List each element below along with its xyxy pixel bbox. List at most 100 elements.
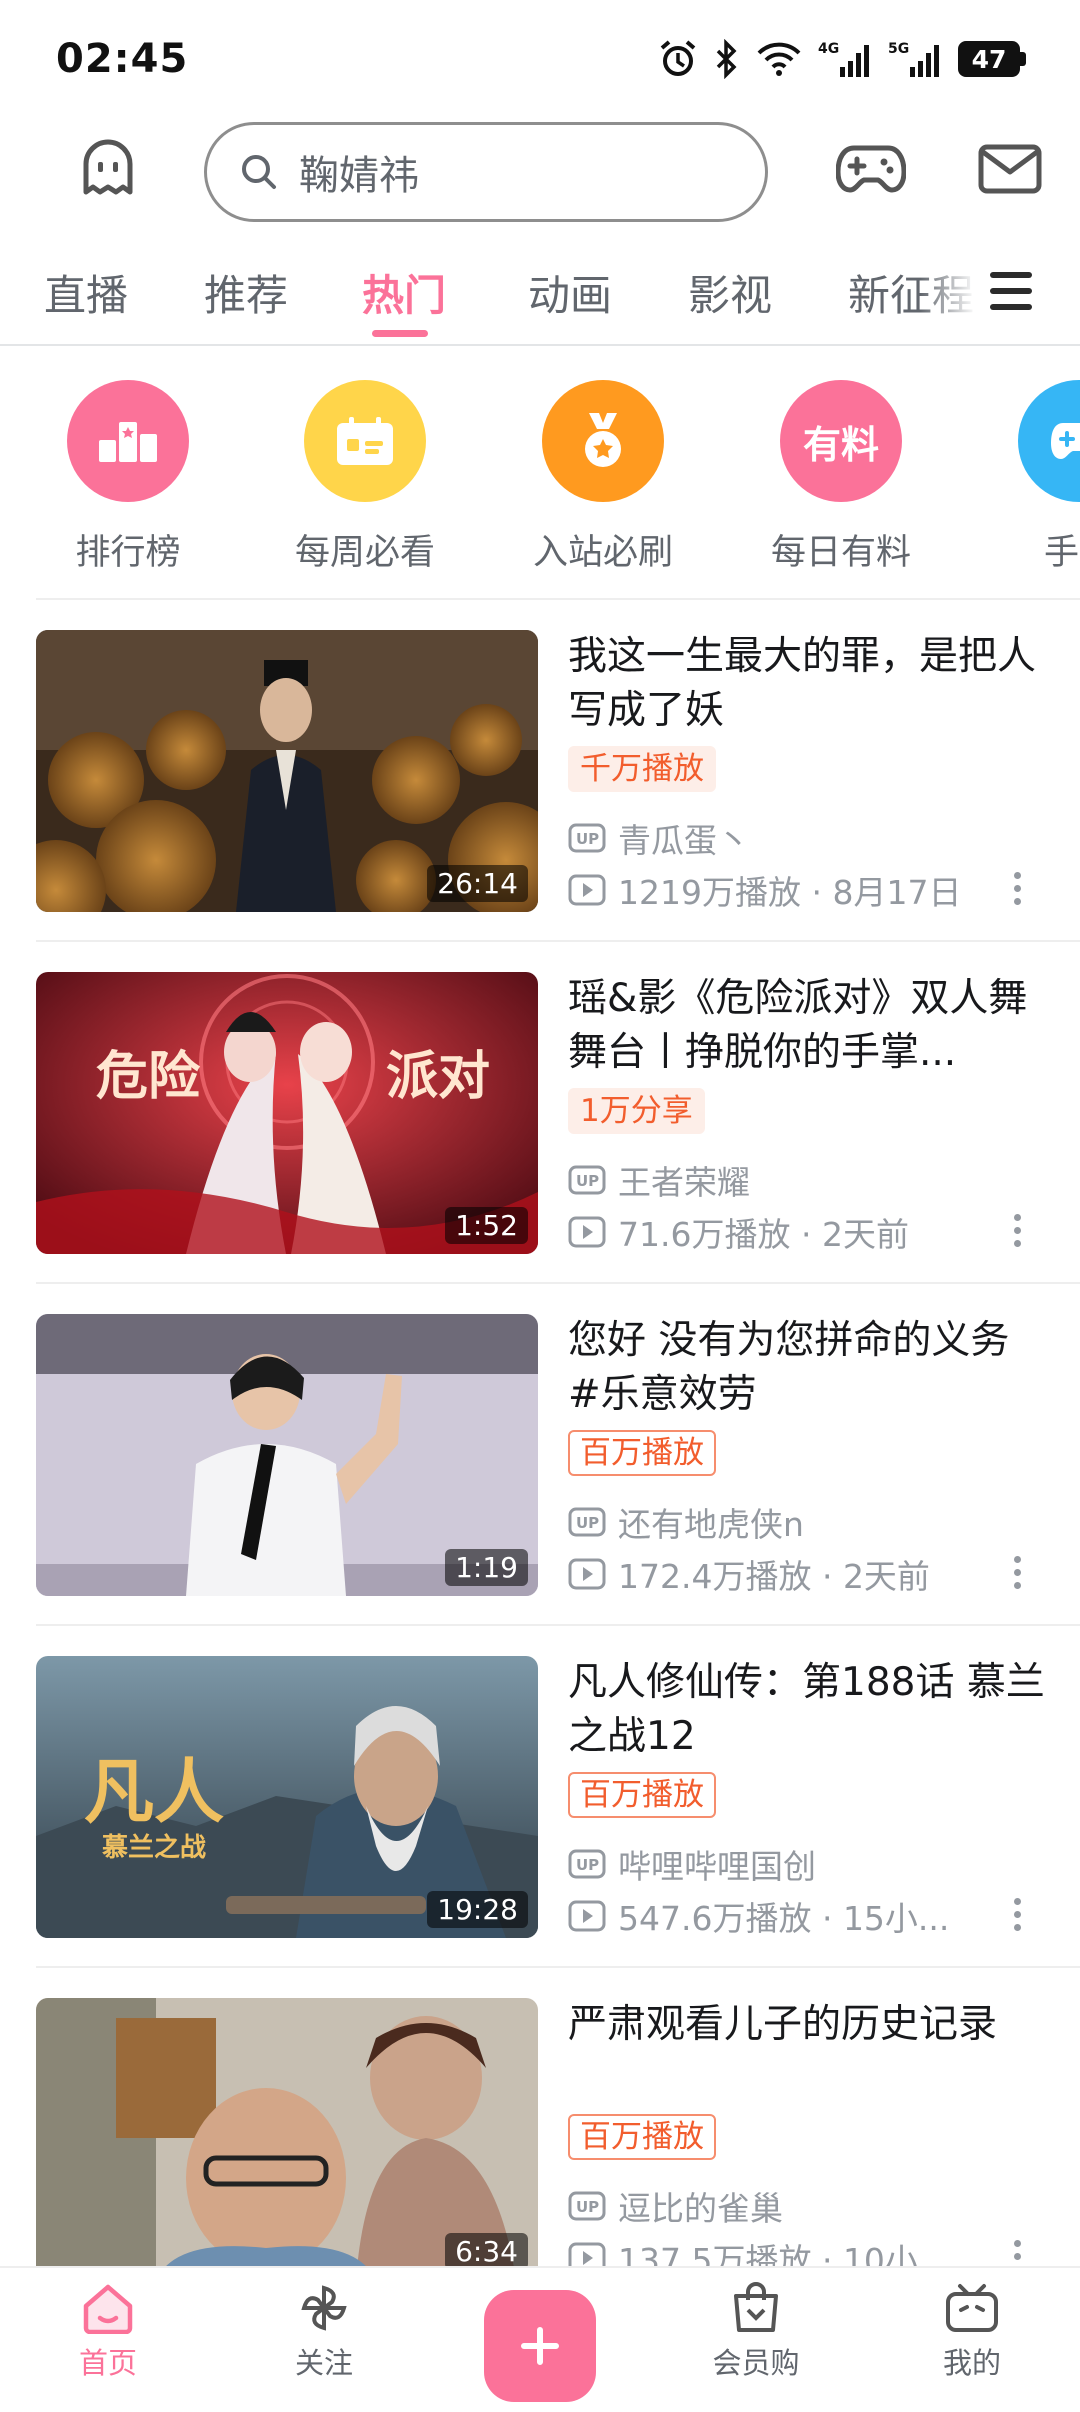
more-options-icon[interactable] xyxy=(1014,1556,1022,1589)
video-badge: 百万播放 xyxy=(568,2114,716,2160)
publish-button[interactable] xyxy=(484,2290,596,2402)
podium-icon xyxy=(67,380,189,502)
play-count-icon xyxy=(568,1900,606,1932)
video-thumbnail[interactable]: 26:14 xyxy=(36,630,538,912)
search-icon xyxy=(242,155,276,189)
status-bar: 02:45 4G 5G 47 xyxy=(0,0,1080,118)
status-icons: 4G 5G 47 xyxy=(658,39,1026,79)
up-icon: UP xyxy=(568,1507,606,1537)
active-tab-indicator xyxy=(372,330,428,337)
medal-icon xyxy=(542,380,664,502)
play-count-icon xyxy=(568,874,606,906)
tab-menu-icon[interactable] xyxy=(990,272,1032,310)
video-duration: 1:19 xyxy=(445,1549,528,1586)
signal-4g-icon: 4G xyxy=(818,41,869,77)
svg-text:5G: 5G xyxy=(888,41,909,57)
alarm-icon xyxy=(660,40,696,76)
bottom-navigation: 首页 关注 会员购 我的 xyxy=(0,2266,1080,2412)
calendar-icon xyxy=(304,380,426,502)
video-stats: 1219万播放 · 8月17日 xyxy=(568,866,961,914)
svg-text:UP: UP xyxy=(576,1172,599,1190)
video-thumbnail[interactable]: 6:34 xyxy=(36,1998,538,2280)
video-badge: 百万播放 xyxy=(568,1430,716,1476)
video-title[interactable]: 您好 没有为您拼命的义务 #乐意效劳 xyxy=(568,1314,1048,1422)
nav-home[interactable]: 首页 xyxy=(38,2282,178,2382)
search-input[interactable]: 鞠婧祎 xyxy=(204,122,768,222)
battery-indicator: 47 xyxy=(958,41,1026,77)
thumbnail-text-right: 慕兰之战 xyxy=(102,1832,206,1863)
thumbnail-text-left: 凡人 xyxy=(84,1750,224,1833)
shopping-bag-icon xyxy=(734,2282,778,2332)
video-author[interactable]: UP 王者荣耀 xyxy=(568,1156,750,1204)
play-count-icon xyxy=(568,1216,606,1248)
tv-icon xyxy=(946,2284,998,2332)
video-author[interactable]: UP 哔哩哔哩国创 xyxy=(568,1840,816,1888)
tab-recommend[interactable]: 推荐 xyxy=(204,262,288,323)
more-options-icon[interactable] xyxy=(1014,1898,1022,1931)
video-card[interactable]: 凡人 慕兰之战 19:28 凡人修仙传：第188话 慕兰之战12 百万播放 UP… xyxy=(0,1626,1080,1968)
video-author[interactable]: UP 还有地虎侠n xyxy=(568,1498,804,1546)
svg-text:UP: UP xyxy=(576,1514,599,1532)
nav-follow[interactable]: 关注 xyxy=(254,2282,394,2382)
video-stats: 547.6万播放 · 15小... xyxy=(568,1892,949,1940)
gamepad-icon[interactable] xyxy=(836,142,906,194)
tab-film[interactable]: 影视 xyxy=(688,262,772,323)
video-author[interactable]: UP 青瓜蛋丶 xyxy=(568,814,750,862)
tab-hot[interactable]: 热门 xyxy=(362,262,446,323)
youliao-icon: 有料 xyxy=(780,380,902,502)
bluetooth-icon xyxy=(716,39,737,79)
quick-entry-weekly[interactable]: 每周必看 xyxy=(265,380,465,575)
wifi-icon xyxy=(757,42,801,76)
nav-vip-shop[interactable]: 会员购 xyxy=(686,2282,826,2382)
quick-entry-mobile-games[interactable]: 手游 xyxy=(979,380,1080,575)
video-title[interactable]: 瑶&影《危险派对》双人舞舞台丨挣脱你的手掌... xyxy=(568,972,1048,1080)
video-thumbnail[interactable]: 危险 派对 1:52 xyxy=(36,972,538,1254)
ghost-icon[interactable] xyxy=(76,136,140,200)
svg-text:UP: UP xyxy=(576,1856,599,1874)
thumbnail-text-right: 派对 xyxy=(386,1046,490,1107)
video-author[interactable]: UP 逗比的雀巢 xyxy=(568,2182,783,2230)
video-duration: 19:28 xyxy=(427,1891,528,1928)
plus-icon xyxy=(521,2327,559,2365)
video-card[interactable]: 6:34 严肃观看儿子的历史记录 百万播放 UP 逗比的雀巢 137.5万播放 … xyxy=(0,1968,1080,2310)
search-placeholder: 鞠婧祎 xyxy=(299,153,419,199)
more-options-icon[interactable] xyxy=(1014,1214,1022,1247)
video-badge: 1万分享 xyxy=(568,1088,705,1134)
video-card[interactable]: 1:19 您好 没有为您拼命的义务 #乐意效劳 百万播放 UP 还有地虎侠n 1… xyxy=(0,1284,1080,1626)
gamepad-icon xyxy=(1018,380,1080,502)
svg-text:UP: UP xyxy=(576,2198,599,2216)
svg-text:UP: UP xyxy=(576,830,599,848)
mail-icon[interactable] xyxy=(978,144,1042,194)
quick-entries: 排行榜 每周必看 入站必刷 有料 每日有料 手游 xyxy=(0,380,1080,580)
video-thumbnail[interactable]: 1:19 xyxy=(36,1314,538,1596)
video-card[interactable]: 危险 派对 1:52 瑶&影《危险派对》双人舞舞台丨挣脱你的手掌... 1万分享… xyxy=(0,942,1080,1284)
signal-5g-icon: 5G xyxy=(888,41,939,77)
battery-level: 47 xyxy=(958,41,1020,77)
video-stats: 71.6万播放 · 2天前 xyxy=(568,1208,909,1256)
up-icon: UP xyxy=(568,1849,606,1879)
up-icon: UP xyxy=(568,2191,606,2221)
video-duration: 26:14 xyxy=(427,865,528,902)
up-icon: UP xyxy=(568,823,606,853)
nav-mine[interactable]: 我的 xyxy=(902,2282,1042,2382)
video-card[interactable]: 26:14 我这一生最大的罪，是把人写成了妖 千万播放 UP 青瓜蛋丶 1219… xyxy=(0,600,1080,942)
quick-entry-daily[interactable]: 有料 每日有料 xyxy=(741,380,941,575)
category-tabs: 直播 推荐 热门 动画 影视 新征程 xyxy=(0,250,1080,346)
video-thumbnail[interactable]: 凡人 慕兰之战 19:28 xyxy=(36,1656,538,1938)
video-title[interactable]: 我这一生最大的罪，是把人写成了妖 xyxy=(568,630,1048,738)
video-duration: 1:52 xyxy=(445,1207,528,1244)
tab-animation[interactable]: 动画 xyxy=(528,262,612,323)
video-badge: 百万播放 xyxy=(568,1772,716,1818)
top-header: 鞠婧祎 xyxy=(0,118,1080,226)
home-icon xyxy=(83,2284,133,2334)
more-options-icon[interactable] xyxy=(1014,872,1022,905)
up-icon: UP xyxy=(568,1165,606,1195)
video-duration: 6:34 xyxy=(445,2233,528,2270)
quick-entry-ranking[interactable]: 排行榜 xyxy=(28,380,228,575)
video-title[interactable]: 凡人修仙传：第188话 慕兰之战12 xyxy=(568,1656,1048,1764)
video-badge: 千万播放 xyxy=(568,746,716,792)
video-title[interactable]: 严肃观看儿子的历史记录 xyxy=(568,1998,1048,2106)
quick-entry-must-watch[interactable]: 入站必刷 xyxy=(503,380,703,575)
tab-live[interactable]: 直播 xyxy=(44,262,128,323)
play-count-icon xyxy=(568,1558,606,1590)
